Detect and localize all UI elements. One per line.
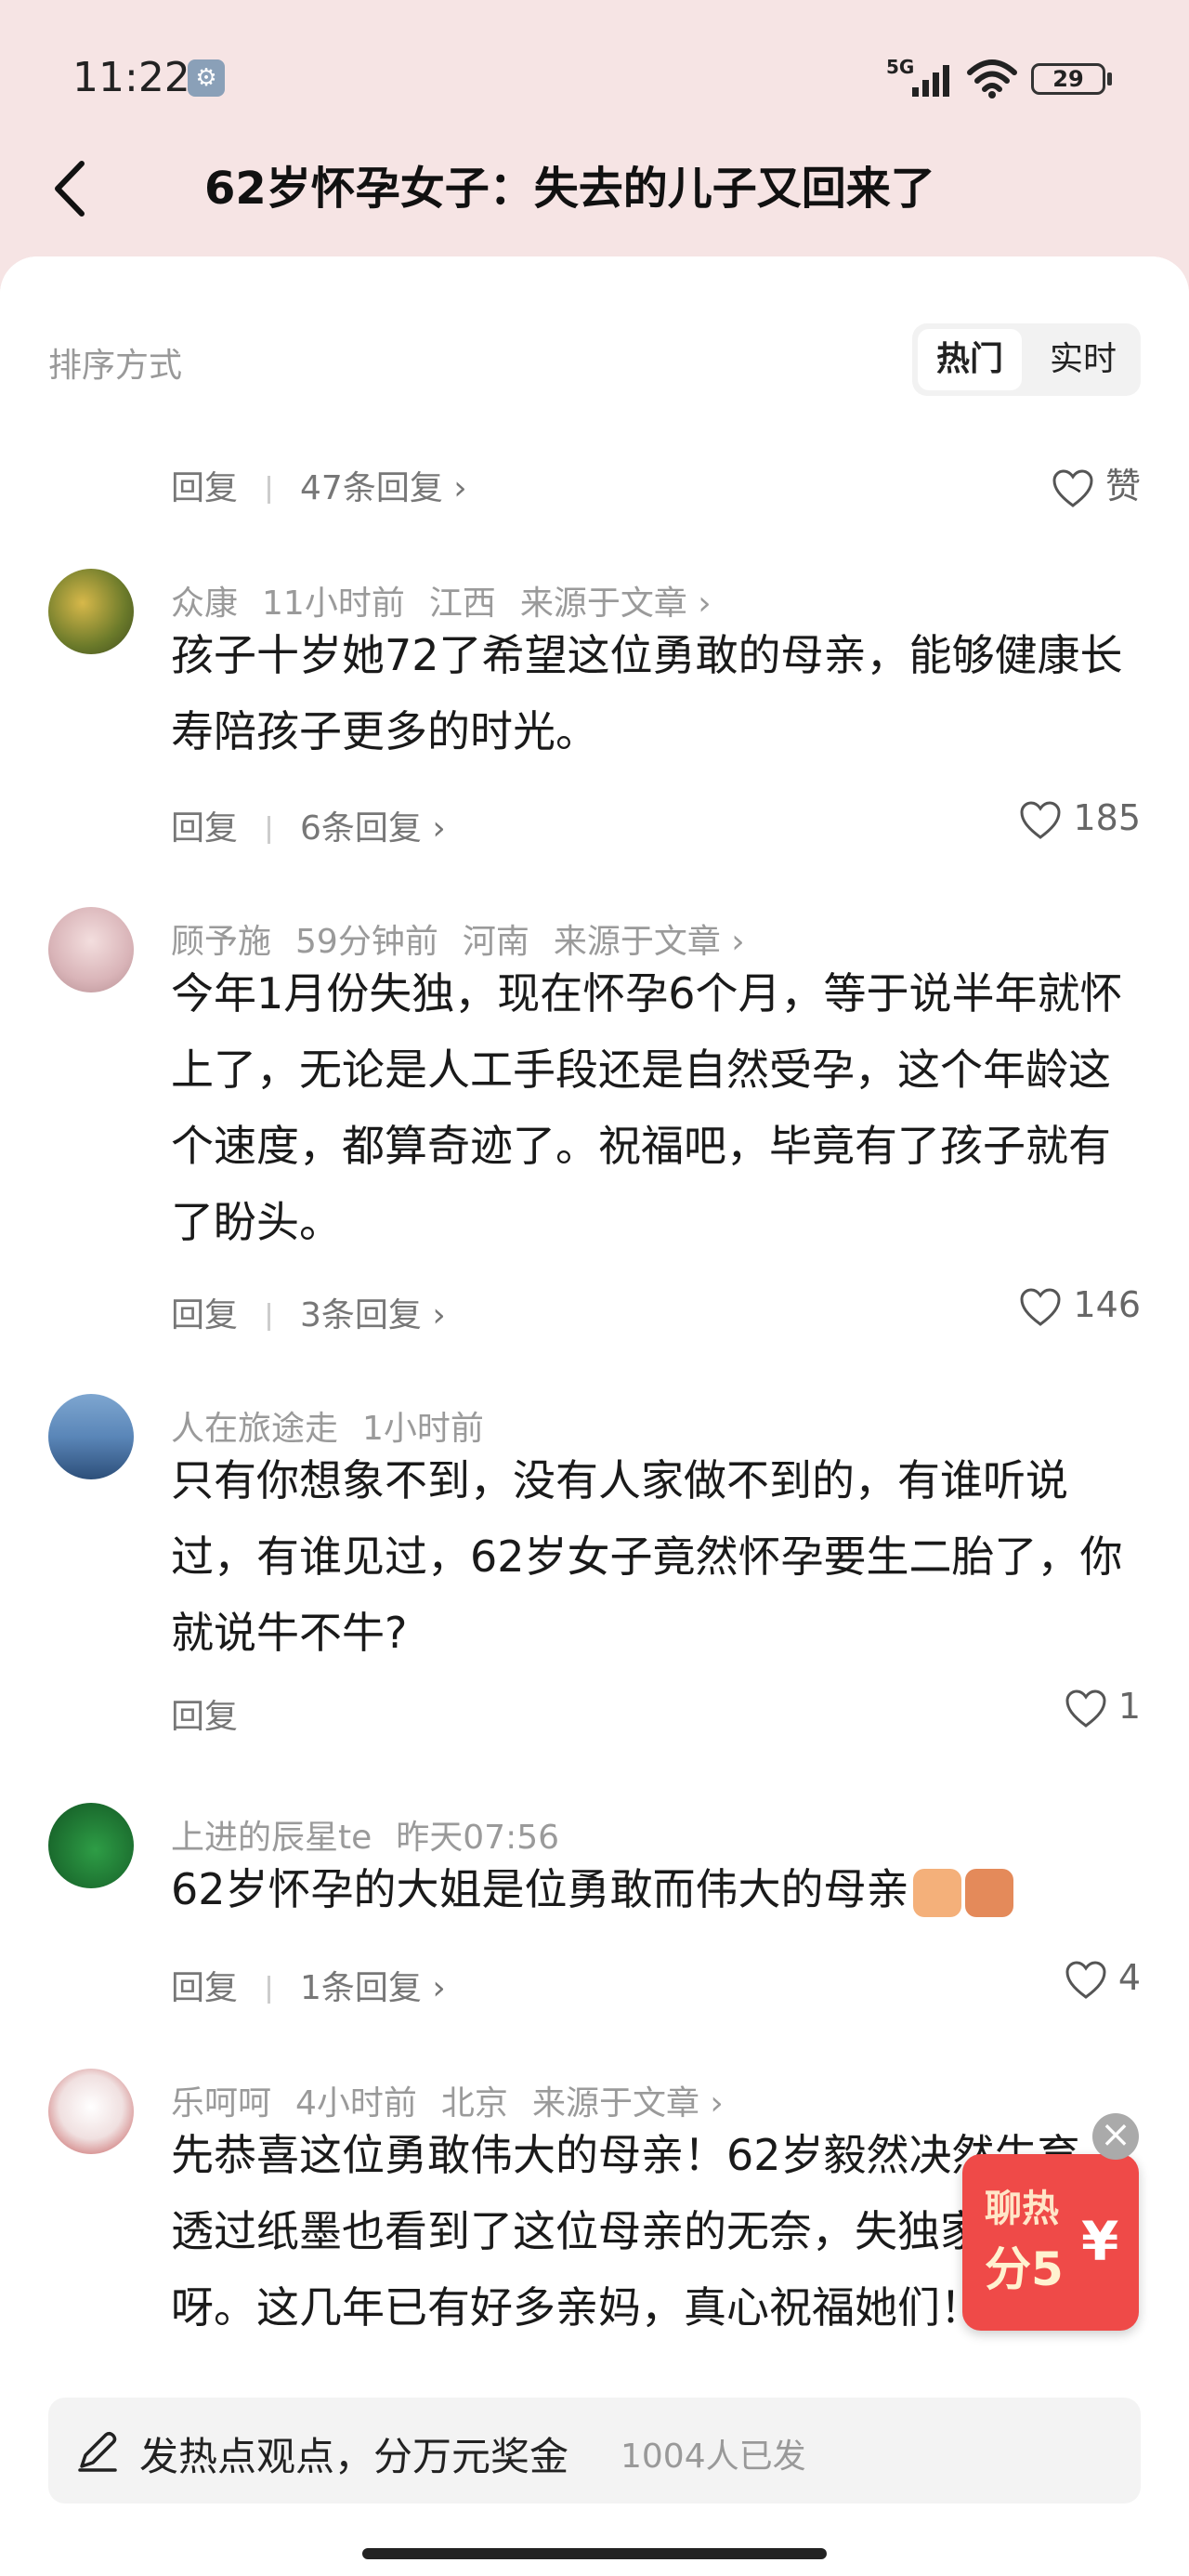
like-count: 4 [1117,1957,1141,1998]
battery-tip [1107,72,1112,85]
heart-icon [1052,468,1093,507]
back-arrow-icon[interactable] [46,156,93,221]
reply-button[interactable]: 回复 [171,809,238,848]
like-button[interactable]: 146 [1019,1284,1141,1327]
thumbs-up-icon [964,1868,1013,1917]
divider [268,816,271,844]
post-opinion-bar[interactable]: 发热点观点，分万元奖金 1004人已发 [48,2398,1141,2504]
sort-option-hot[interactable]: 热门 [918,329,1022,390]
comment-item: 众康 11小时前 江西 来源于文章 › 孩子十岁她72了希望这位勇敢的母亲，能够健康长… [0,569,1189,894]
divider [268,476,271,504]
comment-item: 上进的辰星te 昨天07:56 62岁怀孕的大姐是位勇敢而伟大的母亲 回复 1条回复… [0,1803,1189,2044]
view-replies-link[interactable]: 3条回复 › [300,1296,446,1334]
comment-text: 孩子十岁她72了希望这位勇敢的母亲，能够健康长寿陪孩子更多的时光。 [171,630,1123,756]
comment-text: 今年1月份失独，现在怀孕6个月，等于说半年就怀上了，无论是人工手段还是自然受孕，… [171,968,1123,1247]
reply-button[interactable]: 回复 [171,1969,238,2007]
avatar[interactable] [48,1394,134,1479]
avatar[interactable] [48,2069,134,2154]
divider [268,1303,271,1331]
like-count: 146 [1073,1284,1141,1325]
sort-option-latest[interactable]: 实时 [1031,329,1135,390]
status-bar: 11:22 ⚙ 5G 29 [0,0,1189,149]
battery-icon: 29 [1031,63,1105,95]
sort-label: 排序方式 [48,347,183,385]
comment-item: 顾予施 59分钟前 河南 来源于文章 › 今年1月份失独，现在怀孕6个月，等于说半年就… [0,907,1189,1372]
post-count: 1004人已发 [621,2438,806,2476]
comment-text: 62岁怀孕的大姐是位勇敢而伟大的母亲 [171,1864,909,1914]
like-button[interactable]: 赞 [1052,457,1141,508]
reward-line2: 分5 [985,2242,1064,2296]
wifi-icon [967,59,1017,99]
page-title: 62岁怀孕女子：失去的儿子又回来了 [204,163,935,215]
heart-icon [1020,1287,1061,1326]
floating-reward-badge[interactable]: 聊热 分5 ¥ [962,2154,1139,2331]
reply-button[interactable]: 回复 [171,469,238,507]
view-replies-link[interactable]: 6条回复 › [300,809,446,848]
fade-overlay [0,2342,1189,2398]
like-button[interactable]: 1 [1065,1686,1141,1728]
thumbs-up-icon [912,1868,961,1917]
pen-icon [78,2431,117,2472]
wrench-icon: ⚙ [188,59,225,97]
heart-icon [1065,1689,1106,1728]
reply-button[interactable]: 回复 [171,1296,238,1334]
yen-icon: ¥ [1081,2210,1119,2273]
sort-toggle[interactable]: 热门 实时 [912,323,1141,396]
post-prompt: 发热点观点，分万元奖金 [139,2434,569,2479]
status-time: 11:22 [72,54,190,101]
avatar[interactable] [48,907,134,992]
like-count: 1 [1117,1686,1141,1727]
view-replies-link[interactable]: 1条回复 › [300,1969,446,2007]
like-button[interactable]: 4 [1065,1957,1141,2000]
like-label: 赞 [1104,466,1141,506]
comment-text: 只有你想象不到，没有人家做不到的，有谁听说过，有谁见过，62岁女子竟然怀孕要生二… [171,1455,1123,1658]
sort-bar: 排序方式 热门 实时 [0,256,1189,396]
home-indicator[interactable] [362,2548,827,2559]
view-replies-link[interactable]: 47条回复 › [300,469,467,507]
comment-text-container: 62岁怀孕的大姐是位勇敢而伟大的母亲 [171,1851,1146,1927]
close-ad-button[interactable]: × [1092,2113,1139,2160]
avatar[interactable] [48,1803,134,1888]
comment-item: 人在旅途走 1小时前 只有你想象不到，没有人家做不到的，有谁听说过，有谁见过，62… [0,1394,1189,1803]
comment-actions-partial: 回复 47条回复 › 赞 [0,461,1189,545]
heart-icon [1020,800,1061,839]
heart-icon [1065,1960,1106,1999]
reward-line1: 聊热 [985,2188,1059,2230]
avatar[interactable] [48,569,134,654]
like-button[interactable]: 185 [1019,797,1141,840]
divider [268,1976,271,2004]
like-count: 185 [1073,797,1141,838]
signal-icon [912,65,949,97]
reply-button[interactable]: 回复 [171,1698,238,1736]
